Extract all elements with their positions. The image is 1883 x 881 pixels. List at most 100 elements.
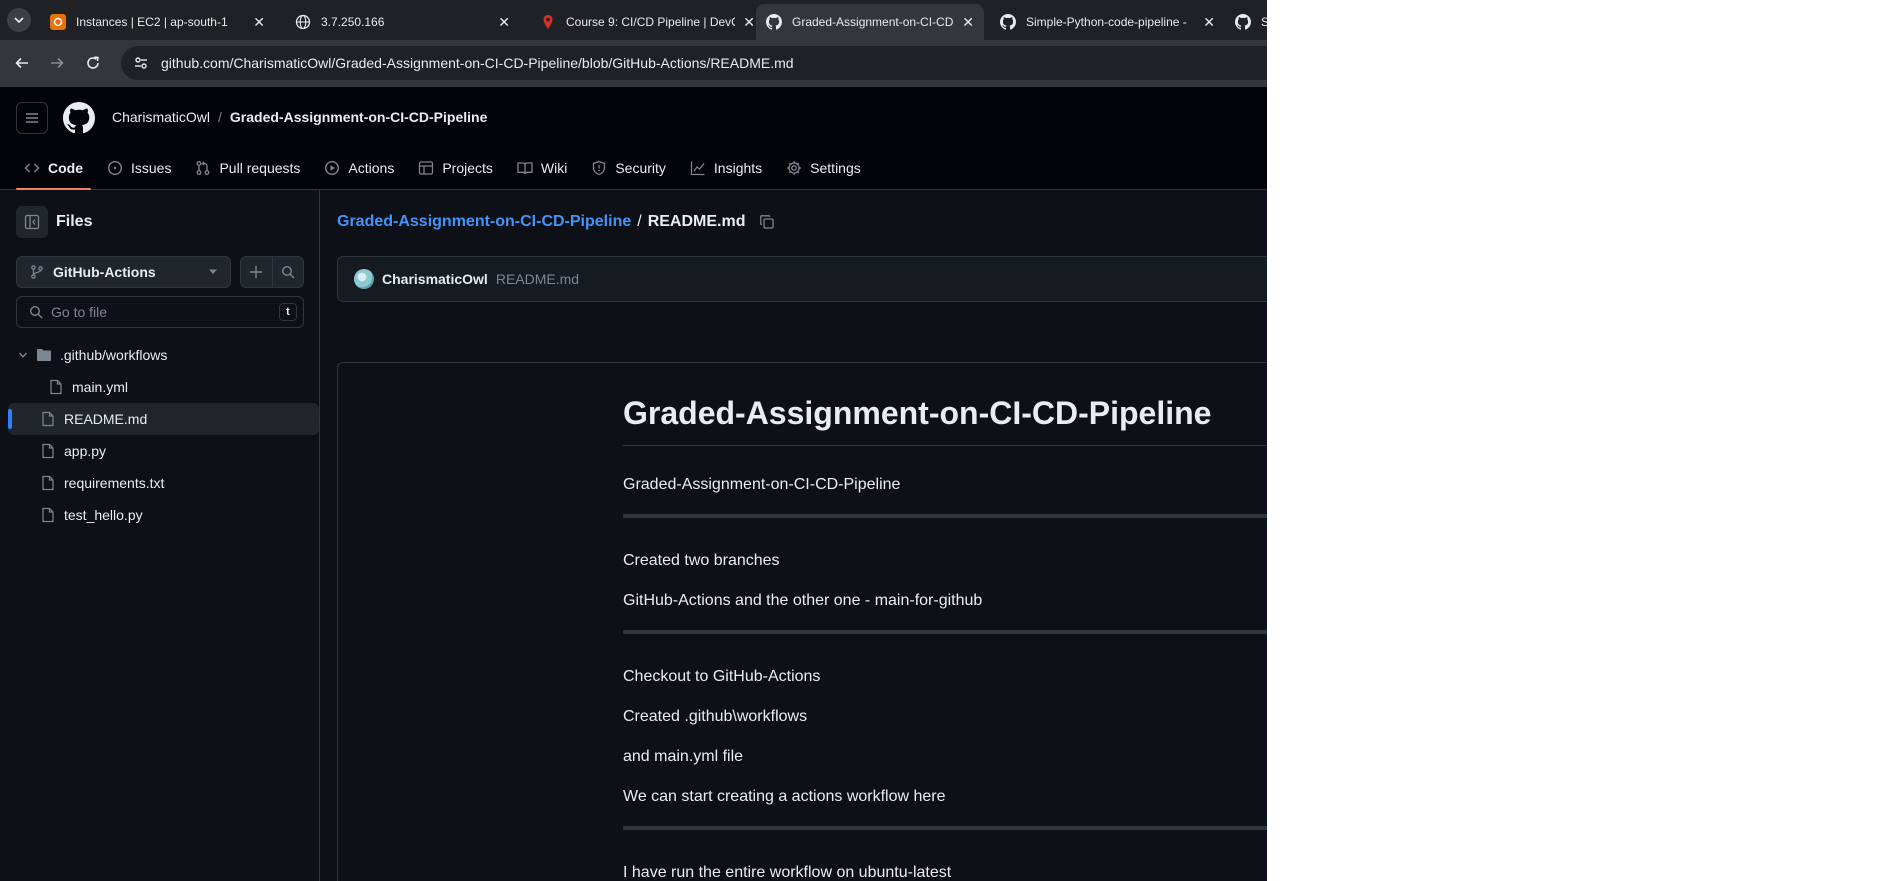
tab-title: Instances | EC2 | ap-south-1 — [76, 15, 228, 29]
tree-file[interactable]: test_hello.py — [0, 499, 320, 531]
tree-item-label: main.yml — [72, 379, 129, 395]
tab-label: Actions — [348, 160, 395, 176]
close-icon[interactable]: ✕ — [743, 14, 755, 31]
add-file-button[interactable] — [241, 257, 273, 287]
pin-icon — [540, 14, 556, 30]
keyboard-shortcut: t — [279, 303, 297, 321]
file-tree-sidebar: Files GitHub-Actions Go to file t .githu… — [0, 190, 320, 881]
readme-paragraph: Created .github\workflows — [623, 708, 808, 725]
tab-title: 3.7.250.166 — [321, 15, 385, 29]
owner-link[interactable]: CharismaticOwl — [112, 109, 210, 125]
browser-tab-active[interactable]: Graded-Assignment-on-CI-CD- ✕ — [756, 4, 984, 40]
breadcrumb-separator: / — [637, 213, 642, 230]
url-text: github.com/CharismaticOwl/Graded-Assignm… — [161, 55, 794, 71]
browser-tab[interactable]: 3.7.250.166 ✕ — [285, 4, 520, 40]
tab-projects[interactable]: Projects — [410, 149, 501, 187]
avatar[interactable] — [354, 269, 374, 289]
tree-item-label: test_hello.py — [64, 507, 143, 523]
tree-item-label: README.md — [64, 411, 148, 427]
back-button[interactable] — [10, 51, 34, 75]
tab-strip: Instances | EC2 | ap-south-1 ✕ 3.7.250.1… — [0, 0, 1267, 40]
close-icon[interactable]: ✕ — [498, 14, 510, 31]
chevron-down-icon — [14, 17, 24, 24]
tab-search-button[interactable] — [7, 8, 31, 32]
pull-request-icon — [195, 160, 211, 176]
close-icon[interactable]: ✕ — [253, 14, 265, 31]
breadcrumb-file: README.md — [647, 213, 746, 230]
code-icon — [24, 160, 40, 176]
reload-button[interactable] — [81, 51, 105, 75]
graph-icon — [690, 160, 706, 176]
tree-file[interactable]: requirements.txt — [0, 467, 320, 499]
file-icon — [40, 443, 56, 459]
file-view: Graded-Assignment-on-CI-CD-Pipeline / RE… — [321, 190, 1267, 881]
tree-file[interactable]: main.yml — [0, 371, 320, 403]
search-icon — [29, 305, 43, 319]
arrow-left-icon — [15, 57, 28, 69]
readme-paragraph: Checkout to GitHub-Actions — [623, 668, 821, 685]
tab-label: Code — [48, 160, 83, 176]
commit-author[interactable]: CharismaticOwl — [382, 271, 488, 287]
heading-divider — [623, 445, 1267, 446]
tab-label: Wiki — [540, 160, 568, 176]
tree-item-label: requirements.txt — [64, 475, 165, 491]
tab-label: Security — [615, 160, 666, 176]
tab-wiki[interactable]: Wiki — [509, 149, 575, 187]
file-tree: .github/workflows main.yml README.md app… — [0, 339, 320, 531]
site-info-icon[interactable] — [133, 55, 149, 71]
readme-paragraph: Created two branches — [623, 552, 780, 569]
github-logo-icon[interactable] — [63, 102, 95, 134]
github-icon — [1000, 14, 1016, 30]
browser-toolbar: github.com/CharismaticOwl/Graded-Assignm… — [0, 40, 1267, 87]
tab-title: Course 9: CI/CD Pipeline | DevO — [566, 15, 736, 29]
tab-label: Pull requests — [219, 160, 301, 176]
tab-title: Si — [1261, 15, 1267, 29]
tab-security[interactable]: Security — [583, 149, 674, 187]
tab-actions[interactable]: Actions — [316, 149, 402, 187]
commit-message[interactable]: README.md — [496, 271, 579, 287]
sidebar-title: Files — [56, 213, 93, 230]
file-icon — [40, 507, 56, 523]
issue-icon — [107, 160, 123, 176]
tree-file-selected[interactable]: README.md — [8, 403, 319, 435]
readme-paragraph: Graded-Assignment-on-CI-CD-Pipeline — [623, 476, 901, 493]
browser-tab[interactable]: Course 9: CI/CD Pipeline | DevO ✕ — [530, 4, 765, 40]
folder-icon — [36, 347, 52, 363]
menu-button[interactable] — [16, 102, 48, 134]
tree-folder[interactable]: .github/workflows — [0, 339, 320, 371]
collapse-sidebar-button[interactable] — [16, 206, 48, 238]
tab-settings[interactable]: Settings — [778, 149, 869, 187]
tree-file[interactable]: app.py — [0, 435, 320, 467]
shield-icon — [591, 160, 607, 176]
tab-insights[interactable]: Insights — [682, 149, 770, 187]
tab-issues[interactable]: Issues — [99, 149, 179, 187]
sidebar-collapse-icon — [24, 214, 40, 230]
address-bar[interactable]: github.com/CharismaticOwl/Graded-Assignm… — [121, 46, 1267, 80]
go-to-file-input[interactable]: Go to file t — [16, 296, 304, 328]
branch-selector[interactable]: GitHub-Actions — [16, 256, 231, 288]
globe-icon — [295, 14, 311, 30]
tab-code[interactable]: Code — [16, 149, 91, 190]
tab-label: Projects — [442, 160, 493, 176]
chevron-down-icon[interactable] — [18, 350, 28, 360]
browser-tab[interactable]: Instances | EC2 | ap-south-1 ✕ — [40, 4, 275, 40]
tab-pull-requests[interactable]: Pull requests — [187, 149, 308, 187]
plus-icon — [250, 266, 263, 278]
repo-link[interactable]: Graded-Assignment-on-CI-CD-Pipeline — [230, 109, 487, 125]
browser-tab[interactable]: Si — [1225, 4, 1267, 40]
copy-icon[interactable] — [759, 214, 775, 230]
close-icon[interactable]: ✕ — [962, 14, 974, 31]
close-icon[interactable]: ✕ — [1203, 14, 1215, 31]
breadcrumb-repo-link[interactable]: Graded-Assignment-on-CI-CD-Pipeline — [337, 213, 631, 231]
horizontal-rule — [623, 514, 1267, 518]
sidebar-actions — [240, 256, 304, 288]
search-files-button[interactable] — [273, 257, 304, 287]
horizontal-rule — [623, 826, 1267, 830]
play-icon — [324, 160, 340, 176]
go-to-file-placeholder: Go to file — [51, 304, 108, 320]
browser-tab[interactable]: Simple-Python-code-pipeline - ✕ — [990, 4, 1225, 40]
forward-button[interactable] — [45, 51, 69, 75]
branch-name: GitHub-Actions — [53, 264, 156, 280]
readme-paragraph: We can start creating a actions workflow… — [623, 788, 946, 805]
tab-title: Graded-Assignment-on-CI-CD- — [792, 15, 955, 29]
